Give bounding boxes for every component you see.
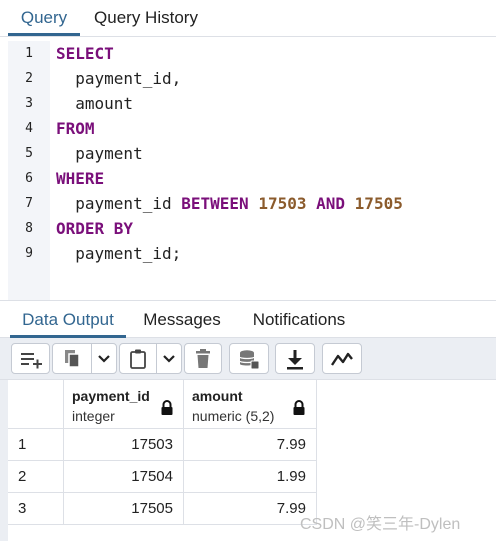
download-icon [287, 349, 303, 369]
paste-icon [130, 349, 146, 369]
save-data-button[interactable] [229, 343, 269, 374]
tab-messages[interactable]: Messages [132, 301, 232, 338]
tab-notifications[interactable]: Notifications [240, 301, 358, 338]
column-name: payment_id [72, 388, 150, 404]
delete-icon [196, 348, 210, 368]
watermark: CSDN @笑三年-Dylen [300, 516, 461, 533]
copy-options-dropdown[interactable] [91, 343, 117, 374]
cell-amount[interactable]: 7.99 [184, 493, 317, 525]
code-line: 7 payment_id BETWEEN 17503 AND 17505 [0, 191, 496, 216]
sql-keyword: BETWEEN [181, 194, 249, 213]
tab-query[interactable]: Query [8, 0, 80, 36]
code-line: 2 payment_id, [0, 66, 496, 91]
line-number: 6 [25, 171, 33, 186]
grid-left-strip [0, 380, 8, 541]
sql-keyword: AND [316, 194, 346, 213]
sql-number: 17503 [258, 194, 307, 213]
code-line: 4 FROM [0, 116, 496, 141]
copy-button[interactable] [52, 343, 92, 374]
cell-payment-id[interactable]: 17505 [64, 493, 184, 525]
code-line: 6 WHERE [0, 166, 496, 191]
graph-icon [331, 352, 353, 366]
cell-payment-id[interactable]: 17503 [64, 429, 184, 461]
code-line: 5 payment [0, 141, 496, 166]
tab-data-output[interactable]: Data Output [10, 301, 126, 338]
sql-number: 17505 [354, 194, 403, 213]
column-header-payment-id[interactable]: payment_id integer [64, 380, 184, 429]
cell-payment-id[interactable]: 17504 [64, 461, 184, 493]
line-number: 9 [25, 246, 33, 261]
line-number: 5 [25, 146, 33, 161]
row-number[interactable]: 1 [8, 429, 64, 461]
lock-icon [293, 400, 305, 415]
output-tab-bar: Data Output Messages Notifications [0, 300, 496, 338]
line-number: 8 [25, 221, 33, 236]
sql-keyword: WHERE [56, 169, 105, 188]
add-row-icon [20, 352, 42, 368]
sql-editor[interactable]: 1 SELECT 2 payment_id, 3 amount 4 FROM 5… [0, 37, 496, 300]
data-output-toolbar [0, 338, 496, 380]
tab-query-history[interactable]: Query History [84, 0, 208, 36]
chevron-down-icon [163, 354, 175, 363]
download-button[interactable] [275, 343, 315, 374]
column-header-amount[interactable]: amount numeric (5,2) [184, 380, 317, 429]
line-number: 3 [25, 96, 33, 111]
graph-visualiser-button[interactable] [322, 343, 362, 374]
line-number: 2 [25, 71, 33, 86]
paste-button[interactable] [119, 343, 157, 374]
sql-keyword: SELECT [56, 44, 114, 63]
line-number: 4 [25, 121, 33, 136]
cell-amount[interactable]: 1.99 [184, 461, 317, 493]
column-type: integer [72, 408, 115, 424]
code-line: 9 payment_id; [0, 241, 496, 266]
paste-options-dropdown[interactable] [156, 343, 182, 374]
code-line: 8 ORDER BY [0, 216, 496, 241]
column-name: amount [192, 388, 243, 404]
row-number[interactable]: 2 [8, 461, 64, 493]
line-number: 7 [25, 196, 33, 211]
code-text: payment_id, [56, 69, 182, 88]
code-line: 3 amount [0, 91, 496, 116]
sql-keyword: ORDER BY [56, 219, 134, 238]
cell-amount[interactable]: 7.99 [184, 429, 317, 461]
sql-keyword: FROM [56, 119, 95, 138]
save-data-icon [239, 349, 260, 369]
row-number-header[interactable] [8, 380, 64, 429]
code-text: payment [56, 144, 143, 163]
code-text: payment_id [56, 194, 182, 213]
query-tab-bar: Query Query History [0, 0, 496, 37]
line-number: 1 [25, 46, 33, 61]
row-number[interactable]: 3 [8, 493, 64, 525]
copy-icon [65, 349, 80, 368]
code-line: 1 SELECT [0, 41, 496, 66]
column-type: numeric (5,2) [192, 408, 275, 424]
delete-button[interactable] [184, 343, 222, 374]
chevron-down-icon [98, 354, 110, 363]
add-row-button[interactable] [11, 343, 50, 374]
code-text: payment_id; [56, 244, 182, 263]
code-text: amount [56, 94, 134, 113]
lock-icon [161, 400, 173, 415]
